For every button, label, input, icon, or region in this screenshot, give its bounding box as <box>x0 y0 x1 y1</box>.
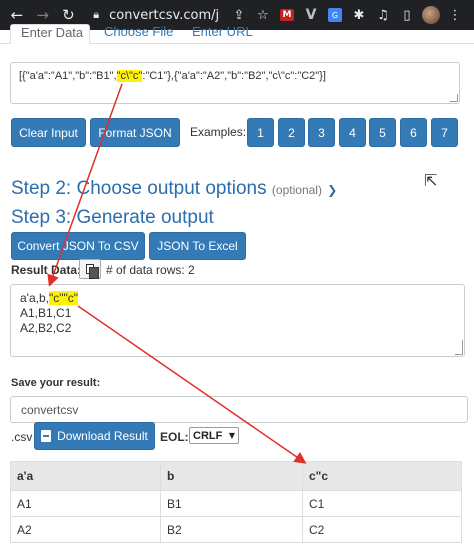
extensions-puzzle-icon[interactable]: ✱ <box>348 4 370 26</box>
download-result-button[interactable]: Download Result <box>34 422 155 450</box>
format-json-button[interactable]: Format JSON <box>90 118 180 147</box>
examples-label: Examples: <box>190 125 247 139</box>
table-cell: B1 <box>160 490 303 517</box>
table-header: c"c <box>302 461 462 491</box>
chevron-down-icon[interactable]: ❯ <box>327 183 337 197</box>
input-highlight: "c\"c" <box>116 70 143 82</box>
example-2-button[interactable]: 2 <box>278 118 305 147</box>
filename-input[interactable]: convertcsv <box>10 396 468 423</box>
result-line-1-prefix: a'a,b, <box>20 291 49 305</box>
result-table: a'a b c"c A1 B1 C1 A2 B2 C2 <box>10 461 462 543</box>
profile-avatar[interactable] <box>420 4 442 26</box>
json-to-excel-button[interactable]: JSON To Excel <box>149 232 246 260</box>
data-rows-count: # of data rows: 2 <box>106 263 195 277</box>
save-result-label: Save your result: <box>11 377 101 389</box>
example-1-button[interactable]: 1 <box>247 118 274 147</box>
address-bar[interactable]: convertcsv.com/jso... <box>109 8 220 23</box>
table-cell: A2 <box>10 516 161 543</box>
table-header: b <box>160 461 303 491</box>
extension-v-icon[interactable]: V <box>300 4 322 26</box>
step2-title: Step 2: Choose output options <box>11 178 267 199</box>
tab-enter-data[interactable]: Enter Data <box>10 24 90 44</box>
result-textarea[interactable]: a'a,b,"c""c" A1,B1,C1 A2,B2,C2 <box>10 284 465 357</box>
table-row: A2 B2 C2 <box>10 516 462 543</box>
eol-select[interactable]: CRLF ▼ <box>189 427 239 444</box>
back-icon[interactable]: ← <box>6 4 28 26</box>
result-highlight: "c""c" <box>48 291 79 305</box>
table-row: A1 B1 C1 <box>10 490 462 517</box>
example-7-button[interactable]: 7 <box>431 118 458 147</box>
media-icon[interactable]: ♫ <box>372 4 394 26</box>
table-cell: B2 <box>160 516 303 543</box>
step2-heading[interactable]: Step 2: Choose output options (optional)… <box>11 178 337 200</box>
file-extension-label: .csv <box>11 430 33 444</box>
tab-choose-file[interactable]: Choose File <box>94 24 183 44</box>
eol-selected-value: CRLF <box>193 429 223 442</box>
chevron-down-icon: ▼ <box>228 431 235 440</box>
reload-icon[interactable]: ↻ <box>58 4 80 26</box>
forward-icon[interactable]: → <box>32 4 54 26</box>
result-line-2: A1,B1,C1 <box>20 306 72 320</box>
convert-json-to-csv-button[interactable]: Convert JSON To CSV <box>11 232 145 260</box>
download-result-label: Download Result <box>57 429 148 443</box>
result-line-1: a'a,b,"c""c" <box>20 291 455 306</box>
example-4-button[interactable]: 4 <box>339 118 366 147</box>
result-line-3: A2,B2,C2 <box>20 321 72 335</box>
file-download-icon <box>41 430 52 442</box>
table-cell: A1 <box>10 490 161 517</box>
eol-label: EOL: <box>160 430 189 444</box>
table-cell: C2 <box>302 516 462 543</box>
tab-enter-url[interactable]: Enter URL <box>182 24 263 44</box>
step3-heading: Step 3: Generate output <box>11 207 214 228</box>
table-header-row: a'a b c"c <box>10 461 462 491</box>
resize-handle[interactable] <box>450 94 458 102</box>
input-text-prefix: [{"a'a":"A1","b":"B1", <box>19 70 117 82</box>
step2-optional-label: (optional) <box>271 183 322 197</box>
sidepanel-icon[interactable]: ▯ <box>396 4 418 26</box>
table-cell: C1 <box>302 490 462 517</box>
menu-icon[interactable]: ⋮ <box>444 4 466 26</box>
example-3-button[interactable]: 3 <box>308 118 335 147</box>
result-data-label: Result Data: <box>11 263 82 277</box>
extension-translate-icon[interactable]: G <box>324 4 346 26</box>
input-text-suffix: :"C1"},{"a'a":"A2","b":"B2","c\"c":"C2"}… <box>142 70 326 82</box>
example-6-button[interactable]: 6 <box>400 118 427 147</box>
json-input-textarea[interactable]: [{"a'a":"A1","b":"B1","c\"c":"C1"},{"a'a… <box>10 62 460 104</box>
star-icon[interactable]: ☆ <box>252 4 274 26</box>
resize-handle[interactable] <box>455 340 463 355</box>
copy-icon[interactable] <box>79 259 101 279</box>
clear-input-button[interactable]: Clear Input <box>11 118 86 147</box>
input-tabs: Enter Data Choose File Enter URL <box>0 24 474 44</box>
mouse-cursor-icon: ⇱ <box>424 171 438 190</box>
lock-icon[interactable]: 🔒︎ <box>89 8 103 22</box>
share-icon[interactable]: ⇪ <box>228 4 250 26</box>
extension-mail-icon[interactable]: M <box>276 4 298 26</box>
table-header: a'a <box>10 461 161 491</box>
example-5-button[interactable]: 5 <box>369 118 396 147</box>
